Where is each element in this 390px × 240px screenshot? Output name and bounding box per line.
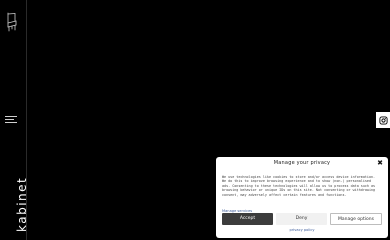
page: kabinet Manage your privacy ✖ We use tec… [0,0,390,240]
chair-icon[interactable] [5,12,19,32]
deny-button[interactable]: Deny [276,213,327,225]
accept-button[interactable]: Accept [222,213,273,225]
cookie-consent-dialog: Manage your privacy ✖ We use technologie… [216,157,388,238]
brand-wordmark[interactable]: kabinet [15,177,29,232]
instagram-icon [378,115,388,125]
hamburger-menu-icon[interactable] [5,116,17,124]
consent-button-row: Accept Deny Manage options [222,213,382,225]
manage-options-button[interactable]: Manage options [330,213,382,225]
close-icon[interactable]: ✖ [377,160,383,167]
instagram-link[interactable] [376,112,390,128]
consent-description: We use technologies like cookies to stor… [222,175,376,197]
sidebar: kabinet [0,0,29,240]
consent-title: Manage your privacy [273,160,331,166]
privacy-policy-link[interactable]: privacy policy [216,228,388,232]
